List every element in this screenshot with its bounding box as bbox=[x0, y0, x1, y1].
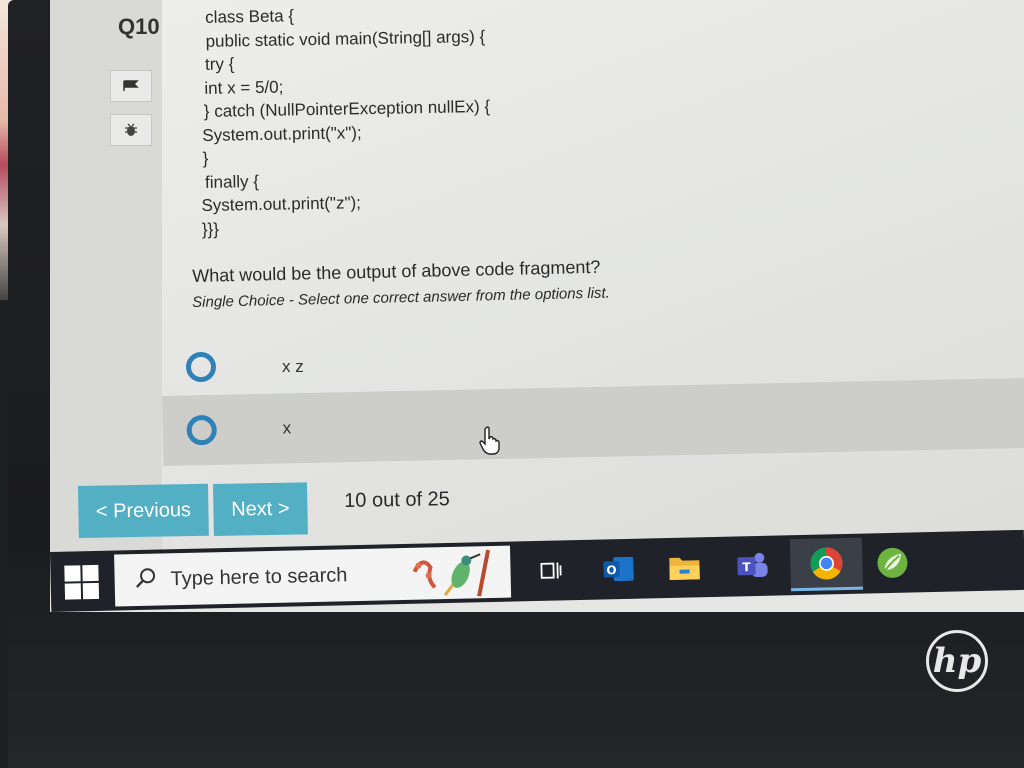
question-instruction: Single Choice - Select one correct answe… bbox=[192, 284, 610, 311]
screen: Q10 class Beta { public static void main… bbox=[50, 0, 1024, 612]
file-explorer-icon[interactable] bbox=[662, 545, 707, 590]
svg-text:O: O bbox=[606, 563, 617, 577]
exam-content: Q10 class Beta { public static void main… bbox=[50, 0, 1024, 552]
code-line: public static void main(String[] args) { bbox=[205, 26, 486, 51]
outlook-icon[interactable]: O bbox=[596, 547, 641, 592]
radio-button[interactable] bbox=[186, 352, 216, 382]
question-progress: 10 out of 25 bbox=[344, 488, 451, 512]
teams-icon[interactable]: T bbox=[730, 544, 775, 589]
option-label: x z bbox=[282, 357, 304, 376]
flag-icon bbox=[123, 80, 139, 92]
taskbar-search-box[interactable]: Type here to search bbox=[114, 545, 512, 607]
question-prompt: What would be the output of above code f… bbox=[192, 256, 601, 286]
search-icon bbox=[134, 566, 157, 593]
code-line: } catch (NullPointerException nullEx) { bbox=[203, 96, 491, 121]
previous-button[interactable]: < Previous bbox=[78, 483, 209, 538]
task-view-icon[interactable] bbox=[528, 548, 573, 593]
next-button[interactable]: Next > bbox=[213, 482, 308, 536]
search-placeholder: Type here to search bbox=[170, 563, 348, 590]
chrome-icon[interactable] bbox=[789, 537, 864, 592]
svg-text:T: T bbox=[742, 560, 751, 574]
hand-cursor-icon bbox=[478, 426, 502, 461]
bug-icon bbox=[124, 123, 138, 137]
option-label: x bbox=[282, 418, 292, 438]
question-rail: Q10 bbox=[50, 0, 162, 552]
flag-button[interactable] bbox=[110, 70, 152, 102]
windows-start-icon[interactable] bbox=[64, 564, 100, 600]
question-number: Q10 bbox=[118, 14, 160, 39]
spring-tools-icon[interactable] bbox=[870, 540, 915, 585]
hp-logo: hp bbox=[926, 630, 988, 692]
report-bug-button[interactable] bbox=[110, 114, 152, 146]
radio-button[interactable] bbox=[186, 414, 218, 446]
search-highlight-bird-icon bbox=[408, 548, 501, 603]
code-block: class Beta { public static void main(Str… bbox=[198, 1, 492, 241]
